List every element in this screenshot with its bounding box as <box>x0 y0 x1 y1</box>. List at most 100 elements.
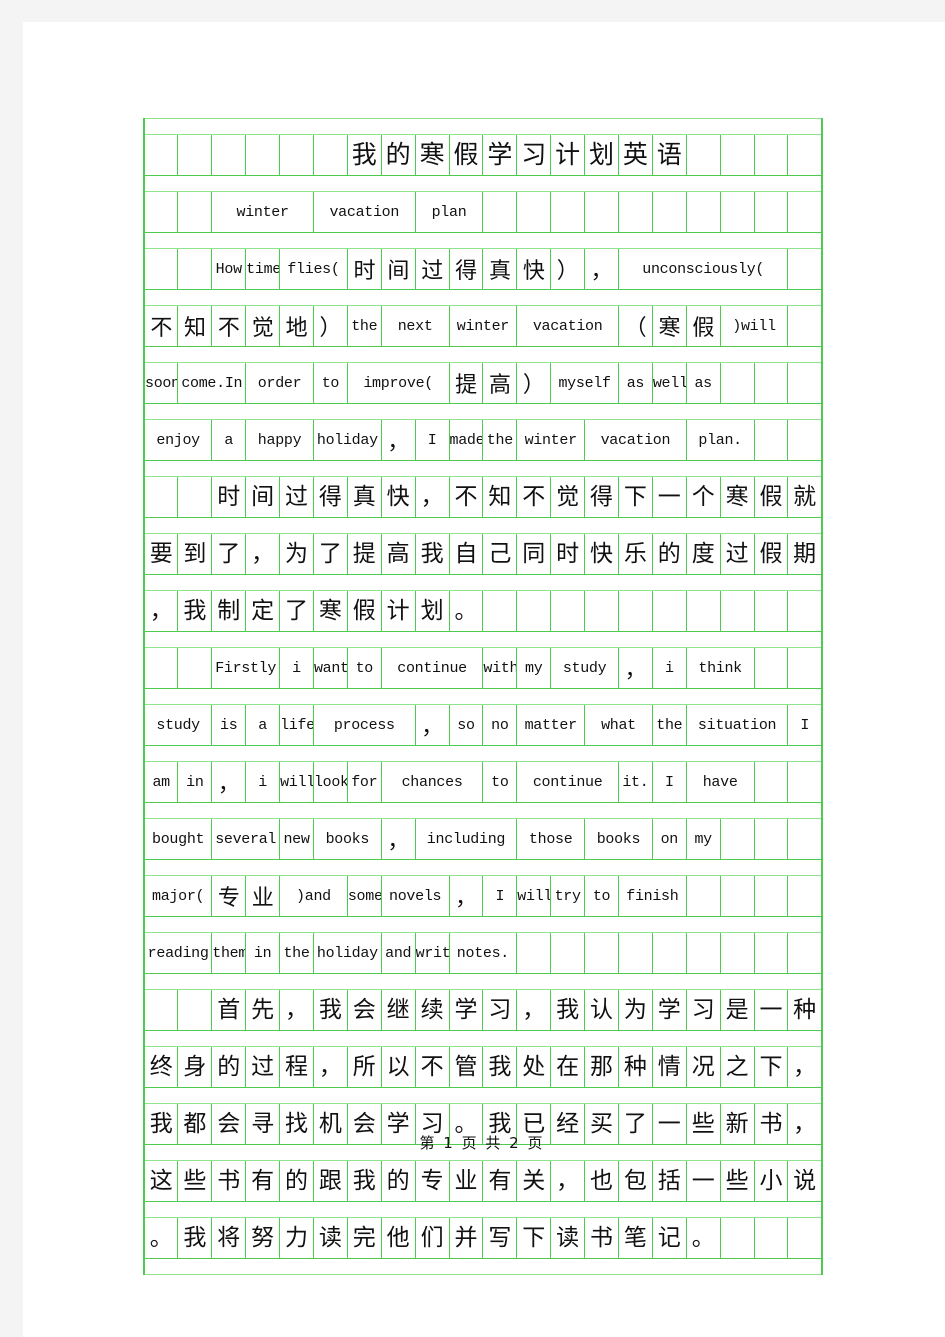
grid-cell-empty[interactable] <box>143 647 179 689</box>
grid-cell-char[interactable]: 计 <box>550 134 586 176</box>
grid-cell-char[interactable]: 我 <box>177 590 213 632</box>
grid-cell-char[interactable]: 不 <box>143 305 179 347</box>
grid-cell-char[interactable]: 过 <box>245 1046 281 1088</box>
grid-cell-empty[interactable] <box>617 191 653 233</box>
grid-cell-word[interactable]: study <box>550 647 619 689</box>
grid-cell-word[interactable]: life <box>279 704 314 746</box>
grid-cell-char[interactable]: 我 <box>346 1160 382 1202</box>
grid-cell-word[interactable]: winter <box>211 191 314 233</box>
grid-cell-char[interactable]: 以 <box>380 1046 416 1088</box>
grid-cell-char[interactable]: 续 <box>414 989 450 1031</box>
grid-cell-empty[interactable] <box>245 134 281 176</box>
grid-cell-char[interactable]: 计 <box>380 590 416 632</box>
grid-cell-char[interactable]: 有 <box>245 1160 281 1202</box>
grid-cell-char[interactable]: 假 <box>753 533 789 575</box>
grid-cell-char[interactable]: 快 <box>380 476 416 518</box>
grid-cell-empty[interactable] <box>177 476 213 518</box>
grid-cell-word[interactable]: myself <box>550 362 619 404</box>
grid-cell-empty[interactable] <box>177 134 213 176</box>
grid-cell-word[interactable]: I <box>787 704 823 746</box>
grid-cell-word[interactable]: i <box>279 647 314 689</box>
grid-cell-word[interactable]: chances <box>380 761 484 803</box>
grid-cell-char[interactable]: 习 <box>482 989 518 1031</box>
grid-cell-empty[interactable] <box>685 875 721 917</box>
grid-cell-char[interactable]: 时 <box>550 533 586 575</box>
grid-cell-char[interactable]: 假 <box>685 305 721 347</box>
grid-cell-empty[interactable] <box>719 134 755 176</box>
grid-cell-char[interactable]: 我 <box>550 989 586 1031</box>
grid-cell-word[interactable]: i <box>245 761 281 803</box>
grid-cell-word[interactable]: a <box>211 419 247 461</box>
grid-cell-char[interactable]: 同 <box>516 533 552 575</box>
grid-cell-char[interactable]: 高 <box>482 362 518 404</box>
grid-cell-char[interactable]: ， <box>617 647 653 689</box>
grid-cell-word[interactable]: and <box>380 932 416 974</box>
grid-cell-word[interactable]: improve( <box>346 362 450 404</box>
grid-cell-char[interactable]: 快 <box>516 248 552 290</box>
grid-cell-empty[interactable] <box>482 590 518 632</box>
grid-cell-empty[interactable] <box>719 590 755 632</box>
grid-cell-char[interactable]: 笔 <box>617 1217 653 1259</box>
grid-cell-word[interactable]: Firstly <box>211 647 281 689</box>
grid-cell-char[interactable]: 下 <box>617 476 653 518</box>
grid-cell-char[interactable]: 情 <box>651 1046 687 1088</box>
grid-cell-word[interactable]: process <box>312 704 416 746</box>
grid-cell-char[interactable]: 处 <box>516 1046 552 1088</box>
grid-cell-char[interactable]: 语 <box>651 134 687 176</box>
grid-cell-word[interactable]: holiday <box>312 932 382 974</box>
grid-cell-empty[interactable] <box>753 419 789 461</box>
grid-cell-word[interactable]: with <box>482 647 518 689</box>
grid-cell-word[interactable]: it. <box>617 761 653 803</box>
grid-cell-char[interactable]: 不 <box>448 476 484 518</box>
grid-cell-word[interactable]: my <box>685 818 721 860</box>
grid-cell-empty[interactable] <box>279 134 314 176</box>
grid-cell-char[interactable]: 不 <box>516 476 552 518</box>
grid-cell-empty[interactable] <box>753 191 789 233</box>
grid-cell-word[interactable]: as <box>617 362 653 404</box>
grid-cell-word[interactable]: winter <box>448 305 518 347</box>
grid-cell-empty[interactable] <box>550 590 586 632</box>
grid-cell-char[interactable]: 下 <box>516 1217 552 1259</box>
grid-cell-char[interactable]: 定 <box>245 590 281 632</box>
grid-cell-char[interactable]: 觉 <box>245 305 281 347</box>
grid-cell-char[interactable]: 之 <box>719 1046 755 1088</box>
grid-cell-char[interactable]: 我 <box>312 989 348 1031</box>
grid-cell-char[interactable]: ， <box>787 1046 823 1088</box>
grid-cell-empty[interactable] <box>617 932 653 974</box>
grid-cell-char[interactable]: ， <box>550 1160 586 1202</box>
grid-cell-word[interactable]: vacation <box>312 191 416 233</box>
grid-cell-char[interactable]: ， <box>380 419 416 461</box>
grid-cell-empty[interactable] <box>719 1217 755 1259</box>
grid-cell-word[interactable]: think <box>685 647 755 689</box>
grid-cell-word[interactable]: next <box>380 305 450 347</box>
grid-cell-char[interactable]: 一 <box>685 1160 721 1202</box>
grid-cell-empty[interactable] <box>651 191 687 233</box>
grid-cell-word[interactable]: on <box>651 818 687 860</box>
grid-cell-word[interactable]: plan. <box>685 419 755 461</box>
grid-cell-char[interactable]: 力 <box>279 1217 314 1259</box>
grid-cell-word[interactable]: winter <box>516 419 586 461</box>
grid-cell-char[interactable]: 我 <box>346 134 382 176</box>
grid-cell-word[interactable]: plan <box>414 191 484 233</box>
grid-cell-word[interactable]: to <box>346 647 382 689</box>
grid-cell-char[interactable]: 知 <box>482 476 518 518</box>
grid-cell-char[interactable]: 些 <box>177 1160 213 1202</box>
grid-cell-word[interactable]: the <box>482 419 518 461</box>
grid-cell-char[interactable]: 了 <box>312 533 348 575</box>
grid-cell-char[interactable]: 为 <box>617 989 653 1031</box>
grid-cell-word[interactable]: I <box>651 761 687 803</box>
grid-cell-char[interactable]: 。 <box>143 1217 179 1259</box>
grid-cell-char[interactable]: ， <box>143 590 179 632</box>
grid-cell-empty[interactable] <box>719 932 755 974</box>
grid-cell-word[interactable]: some <box>346 875 382 917</box>
grid-cell-char[interactable]: 努 <box>245 1217 281 1259</box>
grid-cell-word[interactable]: I <box>414 419 450 461</box>
grid-cell-word[interactable]: come.In <box>177 362 247 404</box>
grid-cell-empty[interactable] <box>143 134 179 176</box>
grid-cell-char[interactable]: 跟 <box>312 1160 348 1202</box>
grid-cell-char[interactable]: 有 <box>482 1160 518 1202</box>
grid-cell-char[interactable]: 得 <box>312 476 348 518</box>
grid-cell-char[interactable]: 认 <box>584 989 619 1031</box>
grid-cell-word[interactable]: will <box>279 761 314 803</box>
grid-cell-char[interactable]: 并 <box>448 1217 484 1259</box>
